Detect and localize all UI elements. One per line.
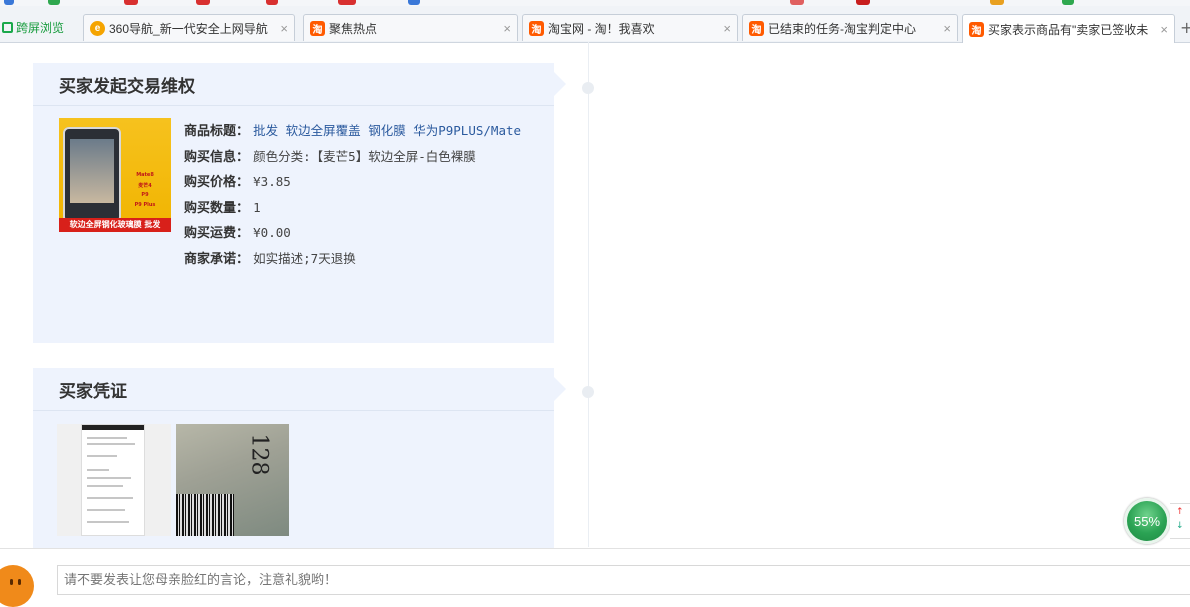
image-text: P9 xyxy=(141,192,149,198)
evidence-image-screenshot[interactable] xyxy=(57,424,171,536)
timeline-dot xyxy=(582,82,594,94)
tab-bar: 跨屏浏览 e 360导航_新一代安全上网导航 × 淘 聚焦热点 × 淘 淘宝网 … xyxy=(0,6,1190,43)
tab-title: 淘宝网 - 淘！我喜欢 xyxy=(548,21,655,36)
tab-current-dispute[interactable]: 淘 买家表示商品有"卖家已签收未 × xyxy=(962,14,1175,43)
speed-side-panel[interactable]: ↑ ↓ xyxy=(1170,503,1190,539)
download-arrow-icon: ↓ xyxy=(1176,521,1184,531)
toolbar-icon[interactable] xyxy=(338,0,356,5)
field-value: ¥3.85 xyxy=(253,174,291,189)
taobao-icon: 淘 xyxy=(969,21,984,37)
avatar xyxy=(0,565,34,607)
360-logo-icon: e xyxy=(90,20,105,36)
kuaping-button[interactable]: 跨屏浏览 xyxy=(2,16,64,38)
toolbar-icon[interactable] xyxy=(408,0,420,5)
close-icon[interactable]: × xyxy=(943,21,951,36)
toolbar-icon[interactable] xyxy=(266,0,278,5)
close-icon[interactable]: × xyxy=(723,21,731,36)
tab-title: 买家表示商品有"卖家已签收未 xyxy=(988,22,1149,37)
image-text: 麦芒4 xyxy=(138,183,152,189)
product-title-link[interactable]: 批发 软边全屏覆盖 钢化膜 华为P9PLUS/Mate xyxy=(253,123,521,138)
tab-title: 已结束的任务-淘宝判定中心 xyxy=(768,21,916,36)
field-label: 购买信息： xyxy=(184,149,250,165)
field-label: 购买数量： xyxy=(184,200,250,216)
close-icon[interactable]: × xyxy=(1160,22,1168,37)
new-tab-button[interactable]: + xyxy=(1180,18,1190,37)
card-pointer xyxy=(554,72,566,96)
toolbar-icon[interactable] xyxy=(124,0,138,5)
evidence-title: 买家凭证 xyxy=(33,368,554,411)
tab-focus-news[interactable]: 淘 聚焦热点 × xyxy=(303,14,518,41)
product-title-row: 商品标题： 批发 软边全屏覆盖 钢化膜 华为P9PLUS/Mate xyxy=(184,119,529,145)
tab-title: 聚焦热点 xyxy=(329,21,378,36)
phone-screen-icon xyxy=(2,21,13,33)
tab-title: 360导航_新一代安全上网导航 xyxy=(109,21,268,36)
close-icon[interactable]: × xyxy=(503,21,511,36)
tab-360-nav[interactable]: e 360导航_新一代安全上网导航 × xyxy=(83,14,295,41)
toolbar-icon[interactable] xyxy=(790,0,804,5)
upload-arrow-icon: ↑ xyxy=(1176,507,1184,517)
price-row: 购买价格： ¥3.85 xyxy=(184,170,529,196)
field-label: 商家承诺： xyxy=(184,251,250,267)
handwriting-text: 128 xyxy=(246,433,272,476)
field-value: 如实描述;7天退换 xyxy=(253,250,356,266)
toolbar-icon[interactable] xyxy=(4,0,14,5)
toolbar-icon[interactable] xyxy=(856,0,870,5)
comment-bar xyxy=(0,548,1190,607)
image-text: P9 Plus xyxy=(134,202,156,208)
taobao-icon: 淘 xyxy=(310,20,325,36)
shipping-row: 购买运费： ¥0.00 xyxy=(184,221,529,247)
taobao-icon: 淘 xyxy=(749,20,764,36)
taobao-icon: 淘 xyxy=(529,20,544,36)
purchase-info-row: 购买信息： 颜色分类:【麦芒5】软边全屏-白色裸膜 xyxy=(184,145,529,171)
barcode-image xyxy=(176,494,234,536)
toolbar-icon[interactable] xyxy=(196,0,210,5)
tab-finished-tasks[interactable]: 淘 已结束的任务-淘宝判定中心 × xyxy=(742,14,958,41)
image-text: Mate8 xyxy=(136,172,154,178)
field-label: 购买价格： xyxy=(184,175,250,190)
tab-taobao-home[interactable]: 淘 淘宝网 - 淘！我喜欢 × xyxy=(522,14,738,41)
field-value: ¥0.00 xyxy=(253,225,291,240)
timeline-dot xyxy=(582,386,594,398)
kuaping-label: 跨屏浏览 xyxy=(16,20,65,35)
product-info: 商品标题： 批发 软边全屏覆盖 钢化膜 华为P9PLUS/Mate 购买信息： … xyxy=(184,119,529,272)
toolbar-icon[interactable] xyxy=(990,0,1004,5)
toolbar-icon[interactable] xyxy=(1062,0,1074,5)
phone-image xyxy=(63,127,121,223)
field-value: 颜色分类:【麦芒5】软边全屏-白色裸膜 xyxy=(253,148,476,164)
card-pointer xyxy=(554,377,566,401)
product-image[interactable]: Mate8 麦芒4 P9 P9 Plus 软边全屏钢化玻璃膜 批发 xyxy=(59,118,171,232)
toolbar-icon[interactable] xyxy=(48,0,60,5)
product-badge: 软边全屏钢化玻璃膜 批发 xyxy=(59,218,171,232)
evidence-image-package[interactable]: 128 xyxy=(176,424,289,536)
field-value: 1 xyxy=(253,199,261,215)
promise-row: 商家承诺： 如实描述;7天退换 xyxy=(184,247,529,273)
comment-input[interactable] xyxy=(57,565,1190,595)
field-label: 商品标题： xyxy=(184,124,250,139)
dispute-title: 买家发起交易维权 xyxy=(33,63,554,106)
quantity-row: 购买数量： 1 xyxy=(184,196,529,222)
speed-badge[interactable]: 55% xyxy=(1124,498,1170,544)
timeline-line xyxy=(588,42,589,547)
field-label: 购买运费： xyxy=(184,226,250,241)
close-icon[interactable]: × xyxy=(280,21,288,36)
